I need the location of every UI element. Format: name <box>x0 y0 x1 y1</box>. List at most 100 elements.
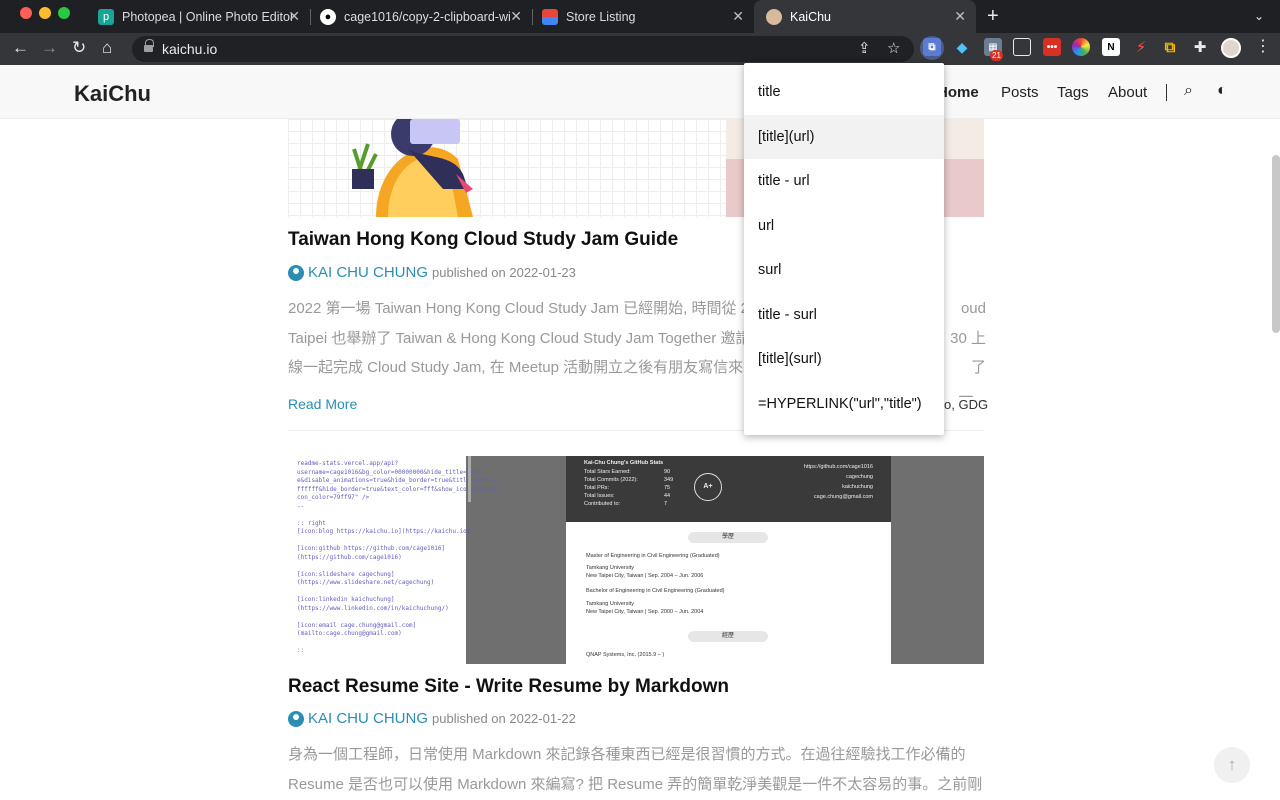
stat-label: Contributed to: <box>584 501 621 507</box>
excerpt-line: Resume 是否也可以使用 Markdown 來編寫? 把 Resume 弄的… <box>288 775 983 793</box>
resume-preview: Kai-Chu Chung's GitHub Stats Total Stars… <box>566 456 891 664</box>
wallet-extension-icon[interactable] <box>1013 38 1031 56</box>
diamond-extension-icon[interactable]: ◆ <box>953 38 971 56</box>
home-icon[interactable]: ⌂ <box>102 38 112 58</box>
minimize-window-button[interactable] <box>39 7 51 19</box>
lastpass-extension-icon[interactable]: ••• <box>1043 38 1061 56</box>
excerpt-line-end: 30 上 <box>950 329 986 347</box>
illustration-person-laptop <box>352 119 473 217</box>
format-option-markdown-url[interactable]: [title](url) <box>744 115 944 159</box>
copy-to-clipboard-extension-icon[interactable]: ⧉ <box>923 38 941 56</box>
bolt-extension-icon[interactable]: ⚡ <box>1132 38 1150 56</box>
photopea-icon: p <box>98 8 114 25</box>
link-email: cage.chung@gmail.com <box>813 494 873 500</box>
close-tab-icon[interactable]: ✕ <box>732 9 744 23</box>
format-option-title[interactable]: title <box>744 70 944 114</box>
forward-icon[interactable]: → <box>41 38 58 58</box>
post-author[interactable]: KAI CHU CHUNG <box>308 710 428 727</box>
tab-store-listing[interactable]: Store Listing ✕ <box>530 0 754 33</box>
post-author[interactable]: KAI CHU CHUNG <box>308 264 428 281</box>
address-bar[interactable]: kaichu.io ⇪ ☆ <box>132 36 914 62</box>
edu-school: Tamkang University <box>586 565 634 571</box>
bookmark-star-icon[interactable]: ☆ <box>887 40 900 58</box>
url-text: kaichu.io <box>162 41 218 57</box>
stat-value: 90 <box>664 469 671 475</box>
share-icon[interactable]: ⇪ <box>858 40 871 58</box>
close-tab-icon[interactable]: ✕ <box>954 9 966 23</box>
copy-format-popup: title [title](url) title - url url surl … <box>744 63 944 435</box>
section-education: 學歷 <box>688 532 768 543</box>
tab-label: KaiChu <box>790 9 831 24</box>
nav-about[interactable]: About <box>1108 84 1147 101</box>
lock-icon[interactable] <box>144 39 154 54</box>
extension-badge: 21 <box>990 50 1003 61</box>
user-circle-icon <box>288 710 304 727</box>
more-menu-icon[interactable]: ⋮ <box>1255 38 1271 56</box>
post-title[interactable]: React Resume Site - Write Resume by Mark… <box>288 676 729 698</box>
maximize-window-button[interactable] <box>58 7 70 19</box>
puzzle-extensions-icon[interactable]: ✚ <box>1191 38 1209 56</box>
reload-icon[interactable]: ↻ <box>72 38 86 58</box>
page-scrollbar[interactable] <box>1272 155 1280 333</box>
post-excerpt-right: oud 30 上 了一... <box>946 294 986 412</box>
link-slideshare: cagechung <box>846 474 873 480</box>
profile-avatar[interactable] <box>1221 38 1241 58</box>
user-circle-icon <box>288 264 304 281</box>
stat-label: Total Issues: <box>584 493 615 499</box>
post-thumbnail[interactable]: readme-stats.vercel.app/api? username=ca… <box>288 456 984 664</box>
nav-divider <box>1166 84 1167 101</box>
tab-label: Photopea | Online Photo Editor <box>122 9 292 24</box>
format-option-title-surl[interactable]: title - surl <box>744 293 944 337</box>
site-title[interactable]: KaiChu <box>74 81 151 107</box>
edu-detail: New Taipei City, Taiwan | Sep. 2000 – Ju… <box>586 609 704 615</box>
site-header: KaiChu Home Posts Tags About ⌕ ◐ <box>0 65 1280 119</box>
search-icon[interactable]: ⌕ <box>1184 82 1193 100</box>
link-linkedin: kaichuchung <box>842 484 873 490</box>
github-stats-card: Kai-Chu Chung's GitHub Stats Total Stars… <box>566 456 891 522</box>
stat-value: 7 <box>664 501 668 507</box>
close-window-button[interactable] <box>20 7 32 19</box>
close-tab-icon[interactable]: ✕ <box>510 9 522 23</box>
stat-value: 349 <box>664 477 674 483</box>
stat-label: Total Commits (2022): <box>584 477 638 483</box>
tab-kaichu[interactable]: KaiChu ✕ <box>754 0 976 33</box>
window-extension-icon[interactable]: ⧉ <box>1161 38 1179 56</box>
nav-posts[interactable]: Posts <box>1001 84 1039 101</box>
tab-github[interactable]: ● cage1016/copy-2-clipboard-wi ✕ <box>308 0 532 33</box>
back-to-top-button[interactable]: ↑ <box>1214 747 1250 783</box>
post-date: published on 2022-01-23 <box>432 265 576 280</box>
post-tags[interactable]: o, GDG <box>944 397 988 412</box>
notion-extension-icon[interactable]: N <box>1102 38 1120 56</box>
post-title[interactable]: Taiwan Hong Kong Cloud Study Jam Guide <box>288 229 678 251</box>
back-icon[interactable]: ← <box>12 38 29 58</box>
format-option-surl[interactable]: surl <box>744 248 944 292</box>
post-meta: KAI CHU CHUNG published on 2022-01-23 <box>288 264 576 281</box>
browser-tab-strip: p Photopea | Online Photo Editor ✕ ● cag… <box>0 0 1280 33</box>
chevron-down-icon[interactable]: ⌄ <box>1254 9 1264 23</box>
format-option-hyperlink[interactable]: =HYPERLINK("url","title") <box>744 382 944 426</box>
stat-value: 75 <box>664 485 671 491</box>
excerpt-line: 身為一個工程師，日常使用 Markdown 來記錄各種東西已經是很習慣的方式。在… <box>288 746 966 763</box>
close-tab-icon[interactable]: ✕ <box>288 9 300 23</box>
stat-value: 44 <box>664 493 671 499</box>
new-tab-icon[interactable]: + <box>987 6 999 26</box>
tab-label: cage1016/copy-2-clipboard-wi <box>344 9 511 24</box>
read-more-link[interactable]: Read More <box>288 396 357 412</box>
link-github: https://github.com/cage1016 <box>803 464 873 470</box>
nav-tags[interactable]: Tags <box>1057 84 1089 101</box>
section-experience: 經歷 <box>688 631 768 642</box>
theme-toggle-icon[interactable]: ◐ <box>1217 82 1227 100</box>
kaichu-avatar-icon <box>766 8 782 25</box>
tab-photopea[interactable]: p Photopea | Online Photo Editor ✕ <box>86 0 310 33</box>
excerpt-line-end: oud <box>960 300 986 317</box>
format-option-title-url[interactable]: title - url <box>744 159 944 203</box>
format-option-markdown-surl[interactable]: [title](surl) <box>744 337 944 381</box>
github-icon: ● <box>320 8 336 25</box>
markdown-code-snippet: readme-stats.vercel.app/api? username=ca… <box>288 456 499 664</box>
grade-ring: A+ <box>694 473 722 501</box>
post-excerpt: 身為一個工程師，日常使用 Markdown 來記錄各種東西已經是很習慣的方式。在… <box>288 740 984 799</box>
color-picker-extension-icon[interactable] <box>1072 38 1090 56</box>
edu-degree: Bachelor of Engineering in Civil Enginee… <box>586 588 725 594</box>
code-scrollbar <box>468 456 471 502</box>
format-option-url[interactable]: url <box>744 204 944 248</box>
